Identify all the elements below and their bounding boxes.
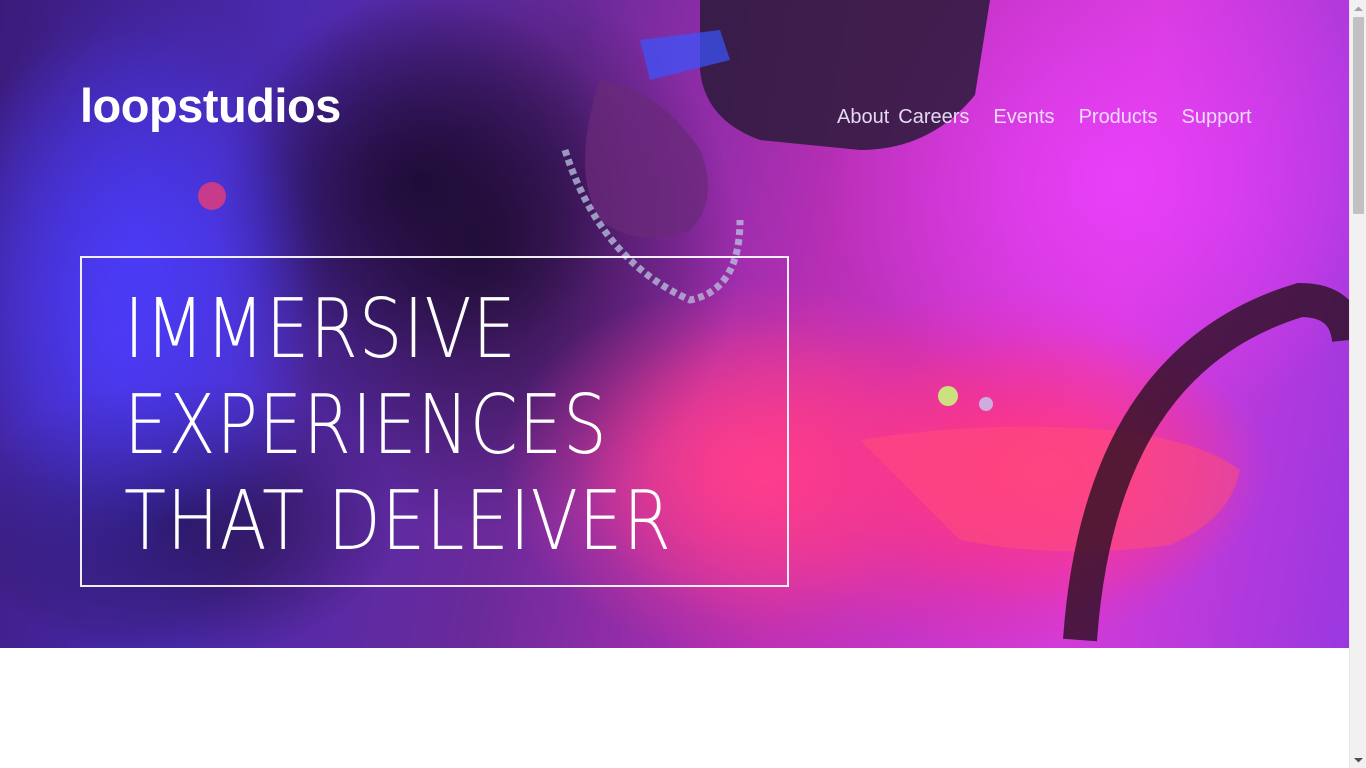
hero-section: loopstudios About Careers Events Product…	[0, 0, 1349, 648]
hero-headline-line: IMMERSIVE	[124, 282, 517, 377]
hero-headline-line: THAT DELEIVER	[124, 474, 672, 569]
hero-headline-line: EXPERIENCES	[124, 378, 608, 473]
nav-events-link[interactable]: Events	[993, 105, 1054, 129]
page-viewport: loopstudios About Careers Events Product…	[0, 0, 1349, 768]
brand-logo[interactable]: loopstudios	[80, 80, 341, 132]
nav-products-link[interactable]: Products	[1079, 105, 1158, 129]
nav-about-link[interactable]: About	[837, 105, 889, 129]
nav-support-link[interactable]: Support	[1182, 105, 1252, 129]
nav-careers-link[interactable]: Careers	[898, 105, 969, 129]
scrollbar-thumb[interactable]	[1353, 17, 1364, 214]
hero-headline-box: IMMERSIVE EXPERIENCES THAT DELEIVER	[80, 256, 789, 587]
scroll-up-arrow-icon[interactable]	[1350, 0, 1366, 17]
vertical-scrollbar[interactable]	[1349, 0, 1366, 768]
scroll-down-arrow-icon[interactable]	[1350, 751, 1366, 768]
main-nav: About Careers Events Products Support	[837, 105, 1252, 129]
